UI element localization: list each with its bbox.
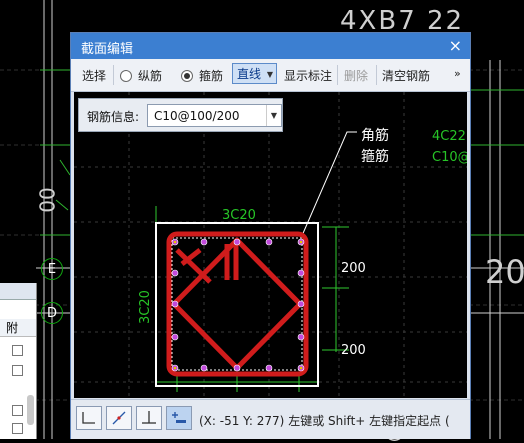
dim-right-top: 200 — [341, 261, 366, 276]
rebar-info-label: 钢筋信息: — [87, 110, 140, 124]
show-annotation-button[interactable]: 显示标注 — [284, 67, 332, 84]
status-text: (X: -51 Y: 277) 左键或 Shift+ 左键指定起点 ( — [199, 412, 450, 429]
stirrup-radio-label: 箍筋 — [199, 69, 224, 83]
toolbar-separator — [376, 65, 377, 85]
stirrup-radio[interactable]: 箍筋 — [181, 67, 223, 84]
line-mode-label: 直线 — [237, 67, 262, 81]
cursor-coordinates: (X: -51 Y: 277) — [199, 414, 285, 428]
panel-scrollbar[interactable] — [27, 395, 34, 425]
stirrup-label: 箍筋 — [361, 148, 389, 165]
section-canvas[interactable]: 角筋 4C22 箍筋 C10@ 3C20 3C20 200 200 200 20… — [74, 92, 467, 398]
radio-selected-icon — [181, 70, 193, 82]
panel-checkbox[interactable] — [12, 423, 23, 434]
stirrup-value: C10@ — [432, 150, 467, 165]
toolbar-overflow-icon[interactable]: » — [454, 67, 461, 80]
top-bars-label: 3C20 — [222, 208, 256, 223]
dialog-title-bar[interactable]: 截面编辑 × — [71, 33, 470, 59]
rebar-info-panel: 钢筋信息: C10@100/200 ▼ — [78, 98, 283, 132]
panel-column-header: 附 — [0, 319, 36, 337]
axis-marker-d: D — [41, 302, 63, 324]
corner-bar-label: 角筋 — [361, 127, 389, 144]
section-drawing: 角筋 4C22 箍筋 C10@ 3C20 3C20 200 200 200 20… — [74, 92, 467, 398]
dim-right-bottom: 200 — [341, 343, 366, 358]
status-hint: 左键或 Shift+ 左键指定起点 ( — [288, 414, 450, 428]
orthogonal-icon[interactable] — [76, 406, 102, 430]
property-panel: 附 — [0, 283, 37, 439]
dialog-status-bar: (X: -51 Y: 277) 左键或 Shift+ 左键指定起点 ( — [71, 399, 470, 439]
delete-button[interactable]: 删除 — [344, 67, 368, 84]
axis-marker-e: E — [41, 258, 63, 280]
toolbar-separator — [113, 65, 114, 85]
rebar-info-value: C10@100/200 — [154, 109, 240, 123]
panel-checkbox[interactable] — [12, 405, 23, 416]
chevron-down-icon: ▼ — [266, 105, 281, 126]
select-button[interactable]: 选择 — [82, 67, 106, 84]
corner-bar-value: 4C22 — [432, 129, 466, 144]
close-icon[interactable]: × — [449, 36, 462, 55]
radio-icon — [120, 70, 132, 82]
line-mode-dropdown[interactable]: 直线 ▼ — [232, 63, 277, 84]
dialog-title: 截面编辑 — [81, 42, 134, 57]
dialog-toolbar: 选择 纵筋 箍筋 直线 ▼ 显示标注 删除 清空钢筋 » — [71, 59, 470, 92]
bg-text-right: 20 — [485, 253, 524, 291]
panel-header — [0, 283, 36, 300]
rebar-info-select[interactable]: C10@100/200 ▼ — [147, 104, 282, 127]
chevron-down-icon: ▼ — [266, 70, 273, 79]
snap-line-icon[interactable] — [106, 406, 132, 430]
side-bars-label: 3C20 — [138, 290, 153, 324]
panel-checkbox[interactable] — [12, 345, 23, 356]
perpendicular-icon[interactable] — [136, 406, 162, 430]
panel-checkbox[interactable] — [12, 365, 23, 376]
bg-text-left: 00 — [34, 187, 59, 213]
add-point-icon[interactable] — [166, 406, 192, 430]
section-edit-dialog: 截面编辑 × 选择 纵筋 箍筋 直线 ▼ 显示标注 删除 清空钢筋 » 角筋 4… — [70, 32, 471, 439]
longitudinal-radio[interactable]: 纵筋 — [120, 67, 162, 84]
toolbar-separator — [337, 65, 338, 85]
clear-rebar-button[interactable]: 清空钢筋 — [382, 67, 430, 84]
longitudinal-radio-label: 纵筋 — [138, 69, 163, 83]
